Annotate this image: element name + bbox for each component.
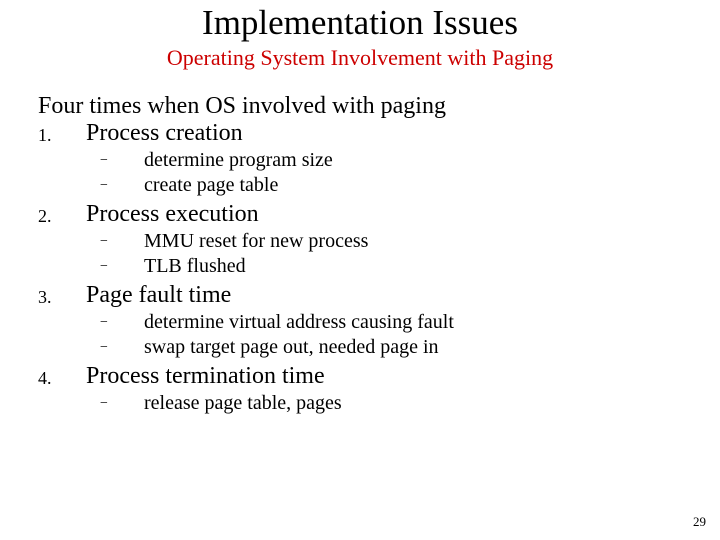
slide-title: Implementation Issues xyxy=(38,4,682,43)
list-item-1: 1. Process creation xyxy=(38,120,682,147)
dash-icon: − xyxy=(38,336,144,359)
lead-text: Four times when OS involved with paging xyxy=(38,93,682,120)
sub-text: MMU reset for new process xyxy=(144,230,682,253)
list-number: 2. xyxy=(38,201,86,228)
sub-item: − release page table, pages xyxy=(38,392,682,415)
slide-subtitle: Operating System Involvement with Paging xyxy=(38,45,682,71)
dash-icon: − xyxy=(38,230,144,253)
list-number: 1. xyxy=(38,120,86,147)
list-text: Process execution xyxy=(86,201,682,228)
list-item-4: 4. Process termination time xyxy=(38,363,682,390)
dash-icon: − xyxy=(38,392,144,415)
slide: Implementation Issues Operating System I… xyxy=(0,0,720,540)
dash-icon: − xyxy=(38,174,144,197)
sub-item: − determine virtual address causing faul… xyxy=(38,311,682,334)
sub-text: determine program size xyxy=(144,149,682,172)
list-number: 3. xyxy=(38,282,86,309)
sub-item: − MMU reset for new process xyxy=(38,230,682,253)
sub-text: release page table, pages xyxy=(144,392,682,415)
page-number: 29 xyxy=(693,514,706,530)
sub-text: determine virtual address causing fault xyxy=(144,311,682,334)
list-text: Process creation xyxy=(86,120,682,147)
sub-item: − determine program size xyxy=(38,149,682,172)
list-number: 4. xyxy=(38,363,86,390)
dash-icon: − xyxy=(38,311,144,334)
list-item-2: 2. Process execution xyxy=(38,201,682,228)
list-item-3: 3. Page fault time xyxy=(38,282,682,309)
sub-item: − TLB flushed xyxy=(38,255,682,278)
dash-icon: − xyxy=(38,255,144,278)
dash-icon: − xyxy=(38,149,144,172)
list-text: Page fault time xyxy=(86,282,682,309)
sub-item: − swap target page out, needed page in xyxy=(38,336,682,359)
sub-item: − create page table xyxy=(38,174,682,197)
sub-text: create page table xyxy=(144,174,682,197)
sub-text: swap target page out, needed page in xyxy=(144,336,682,359)
list-text: Process termination time xyxy=(86,363,682,390)
sub-text: TLB flushed xyxy=(144,255,682,278)
